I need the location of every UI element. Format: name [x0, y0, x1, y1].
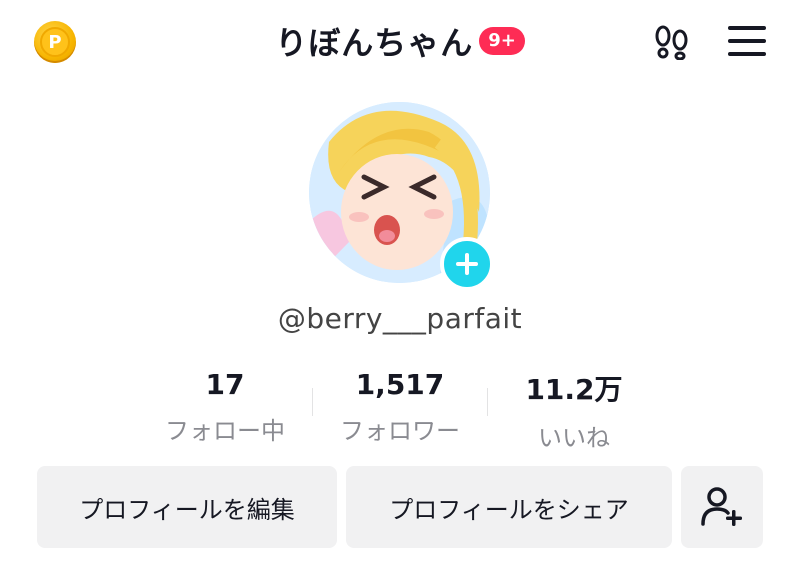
following-count: 17 [205, 368, 245, 401]
menu-icon[interactable] [728, 26, 766, 56]
notification-badge: 9+ [479, 27, 525, 55]
share-profile-button[interactable]: プロフィールをシェア [346, 466, 672, 548]
username[interactable]: @berry___parfait [0, 302, 800, 335]
add-friend-button[interactable] [681, 466, 763, 548]
plus-icon [456, 253, 478, 275]
following-label: フォロー中 [165, 417, 285, 445]
stat-divider [487, 388, 488, 416]
likes-label: いいね [538, 424, 610, 452]
stat-followers[interactable]: 1,517 フォロワー [315, 368, 485, 446]
stat-divider [312, 388, 313, 416]
footprints-icon[interactable] [652, 24, 692, 60]
stat-following[interactable]: 17 フォロー中 [140, 368, 310, 446]
add-user-icon [701, 487, 742, 526]
account-name: りぼんちゃん [275, 24, 474, 62]
followers-count: 1,517 [355, 368, 445, 401]
edit-profile-label: プロフィールを編集 [79, 495, 295, 524]
stat-likes[interactable]: 11.2万 いいね [489, 368, 659, 453]
edit-profile-button[interactable]: プロフィールを編集 [37, 466, 337, 548]
likes-count: 11.2万 [525, 373, 623, 406]
followers-label: フォロワー [340, 417, 460, 445]
share-profile-label: プロフィールをシェア [389, 495, 629, 524]
add-avatar-button[interactable] [440, 237, 494, 291]
